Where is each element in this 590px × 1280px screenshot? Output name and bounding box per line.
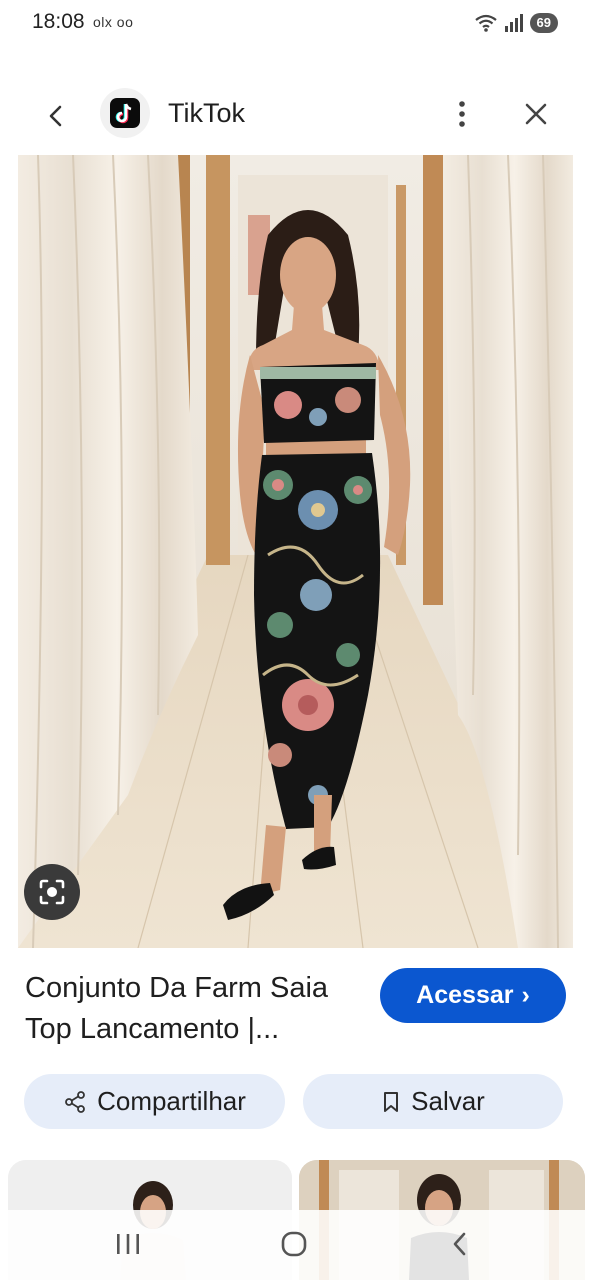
source-title: TikTok: [168, 98, 246, 128]
close-icon: [525, 103, 547, 125]
battery-indicator: 69: [529, 13, 558, 33]
status-right: 69: [474, 11, 558, 35]
app-header: TikTok: [0, 76, 590, 152]
bookmark-icon: [384, 1091, 399, 1112]
status-time: 18:08: [32, 10, 85, 33]
system-back-button[interactable]: [430, 1224, 490, 1264]
save-button[interactable]: Salvar: [303, 1074, 563, 1129]
chevron-left-icon: [49, 105, 62, 127]
photo: [18, 155, 573, 948]
wifi-icon: [474, 14, 497, 32]
home-button[interactable]: [264, 1224, 324, 1264]
result-title[interactable]: Conjunto Da Farm Saia Top Lancamento |..…: [25, 968, 375, 1050]
home-icon: [281, 1231, 307, 1257]
back-icon: [453, 1232, 466, 1256]
more-options-button[interactable]: [442, 94, 482, 134]
back-button[interactable]: [36, 96, 76, 136]
more-vertical-icon: [459, 101, 465, 127]
signal-icon: [504, 14, 523, 32]
status-notification-icons: olx ᴏᴏ: [93, 14, 134, 30]
recents-icon: [117, 1234, 139, 1254]
source-logo: [100, 88, 150, 138]
recents-button[interactable]: [98, 1224, 158, 1264]
close-button[interactable]: [516, 94, 556, 134]
share-icon: [65, 1090, 85, 1113]
lens-button[interactable]: [24, 864, 80, 920]
visit-button[interactable]: Acessar ›: [380, 968, 566, 1023]
share-label: Compartilhar: [97, 1086, 246, 1116]
visit-label: Acessar: [416, 981, 514, 1009]
tiktok-icon: [110, 98, 140, 128]
chevron-right-icon: ›: [521, 981, 530, 1009]
share-button[interactable]: Compartilhar: [24, 1074, 285, 1129]
status-bar: 18:08 olx ᴏᴏ 69: [0, 0, 590, 46]
save-label: Salvar: [411, 1086, 485, 1116]
lens-icon: [39, 879, 65, 905]
result-image[interactable]: [18, 155, 573, 948]
system-nav-bar: [0, 1210, 590, 1280]
